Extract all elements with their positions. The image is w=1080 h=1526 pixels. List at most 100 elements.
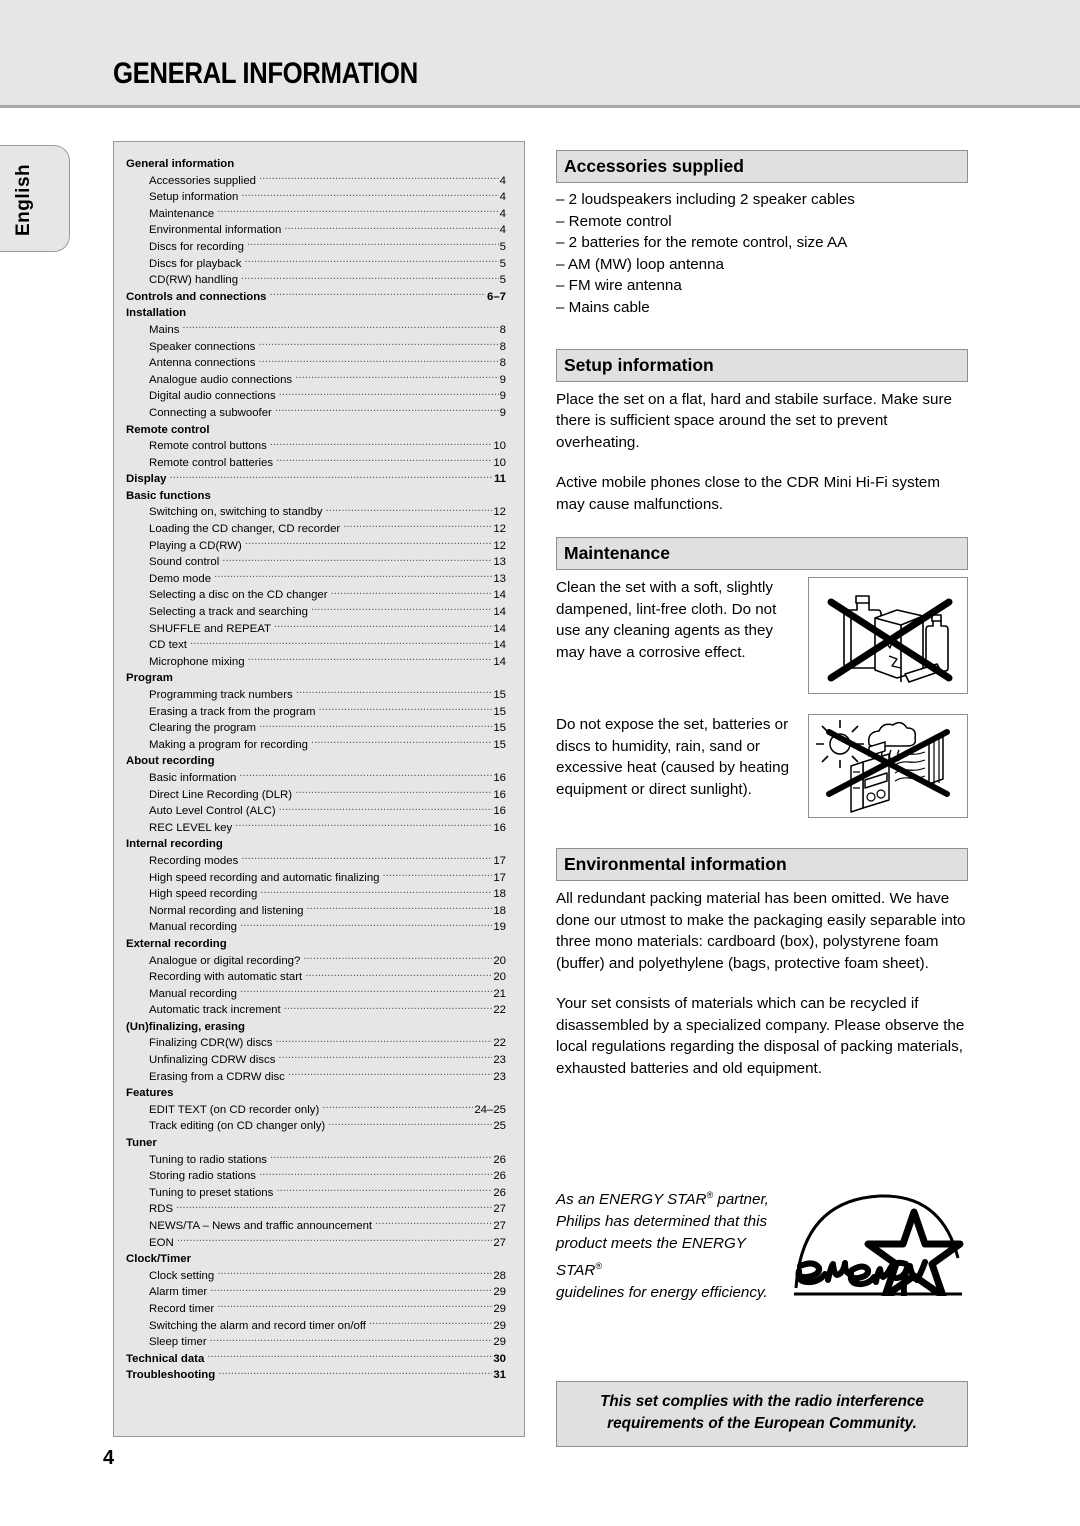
- toc-page-number: 24–25: [474, 1103, 506, 1116]
- compliance-line-1: This set complies with the radio interfe…: [600, 1393, 924, 1410]
- toc-page-number: 17: [493, 871, 506, 884]
- toc-entry-label: Making a program for recording: [149, 738, 308, 751]
- toc-entry-row[interactable]: Selecting a disc on the CD changer 14: [126, 587, 506, 604]
- toc-entry-row[interactable]: Direct Line Recording (DLR) 16: [126, 787, 506, 804]
- toc-entry-row[interactable]: Making a program for recording 15: [126, 737, 506, 754]
- toc-entry-row[interactable]: Remote control batteries 10: [126, 455, 506, 472]
- toc-entry-label: Discs for recording: [149, 240, 244, 253]
- toc-entry-row[interactable]: Auto Level Control (ALC) 16: [126, 803, 506, 820]
- toc-entry-row[interactable]: Demo mode 13: [126, 571, 506, 588]
- toc-entry-row[interactable]: Sleep timer 29: [126, 1334, 506, 1351]
- toc-page-number: 8: [499, 357, 506, 370]
- toc-entry-row[interactable]: EDIT TEXT (on CD recorder only) 24–25: [126, 1102, 506, 1119]
- toc-group-row[interactable]: Display 11: [126, 471, 506, 488]
- toc-entry-label: Clearing the program: [149, 722, 256, 735]
- toc-entry-row[interactable]: Switching the alarm and record timer on/…: [126, 1318, 506, 1335]
- toc-entry-row[interactable]: Remote control buttons 10: [126, 438, 506, 455]
- page-number: 4: [103, 1447, 115, 1469]
- toc-leader-dots: [276, 455, 492, 466]
- toc-entry-row[interactable]: Erasing a track from the program 15: [126, 704, 506, 721]
- setup-body: Place the set on a flat, hard and stabil…: [556, 389, 968, 516]
- toc-page-number: 5: [499, 240, 506, 253]
- toc-leader-dots: [217, 1301, 492, 1312]
- toc-entry-row[interactable]: Connecting a subwoofer 9: [126, 405, 506, 422]
- toc-page-number: 20: [493, 954, 506, 967]
- toc-entry-row[interactable]: Sound control 13: [126, 554, 506, 571]
- toc-entry-row[interactable]: Track editing (on CD changer only) 25: [126, 1118, 506, 1135]
- toc-entry-row[interactable]: Maintenance 4: [126, 206, 506, 223]
- toc-entry-row[interactable]: Recording with automatic start 20: [126, 969, 506, 986]
- toc-entry-row[interactable]: Accessories supplied 4: [126, 173, 506, 190]
- toc-entry-label: Finalizing CDR(W) discs: [149, 1037, 273, 1050]
- toc-entry-row[interactable]: Manual recording 21: [126, 986, 506, 1003]
- toc-leader-dots: [279, 388, 499, 399]
- toc-entry-label: Sleep timer: [149, 1336, 207, 1349]
- toc-entry-label: Accessories supplied: [149, 174, 256, 187]
- toc-entry-row[interactable]: Erasing from a CDRW disc 23: [126, 1069, 506, 1086]
- toc-group-row[interactable]: Technical data 30: [126, 1351, 506, 1368]
- toc-group-title: (Un)finalizing, erasing: [126, 1020, 245, 1033]
- toc-entry-row[interactable]: EON 27: [126, 1235, 506, 1252]
- setup-paragraph-2: Active mobile phones close to the CDR Mi…: [556, 474, 941, 513]
- toc-entry-row[interactable]: Discs for recording 5: [126, 239, 506, 256]
- toc-group-row[interactable]: Controls and connections 6–7: [126, 289, 506, 306]
- toc-group-title: General information: [126, 158, 235, 170]
- toc-entry-row[interactable]: Programming track numbers 15: [126, 687, 506, 704]
- toc-entry-label: High speed recording: [149, 888, 258, 901]
- toc-entry-row[interactable]: NEWS/TA – News and traffic announcement 2…: [126, 1218, 506, 1235]
- toc-group-label: Controls and connections: [126, 290, 267, 303]
- toc-leader-dots: [322, 1102, 473, 1113]
- toc-entry-row[interactable]: Unfinalizing CDRW discs 23: [126, 1052, 506, 1069]
- toc-leader-dots: [305, 969, 492, 980]
- toc-entry-label: Antenna connections: [149, 357, 256, 370]
- toc-entry-row[interactable]: Discs for playback 5: [126, 256, 506, 273]
- toc-entry-row[interactable]: Record timer 29: [126, 1301, 506, 1318]
- toc-page-number: 18: [493, 904, 506, 917]
- toc-entry-row[interactable]: Alarm timer 29: [126, 1284, 506, 1301]
- toc-entry-row[interactable]: Digital audio connections 9: [126, 388, 506, 405]
- toc-entry-row[interactable]: Playing a CD(RW) 12: [126, 538, 506, 555]
- toc-entry-row[interactable]: Loading the CD changer, CD recorder 12: [126, 521, 506, 538]
- toc-entry-row[interactable]: SHUFFLE and REPEAT 14: [126, 621, 506, 638]
- toc-entry-row[interactable]: Analogue audio connections 9: [126, 372, 506, 389]
- toc-group-title: Basic functions: [126, 489, 211, 502]
- toc-leader-dots: [210, 1334, 493, 1345]
- toc-entry-row[interactable]: Selecting a track and searching 14: [126, 604, 506, 621]
- toc-entry-row[interactable]: RDS 27: [126, 1201, 506, 1218]
- toc-entry-row[interactable]: Clearing the program 15: [126, 720, 506, 737]
- toc-entry-row[interactable]: High speed recording 18: [126, 886, 506, 903]
- toc-entry-row[interactable]: Automatic track increment 22: [126, 1002, 506, 1019]
- toc-entry-row[interactable]: Switching on, switching to standby 12: [126, 504, 506, 521]
- toc-page-number: 20: [493, 971, 506, 984]
- toc-group-row[interactable]: Troubleshooting 31: [126, 1367, 506, 1384]
- toc-entry-row[interactable]: CD(RW) handling 5: [126, 272, 506, 289]
- toc-entry-row[interactable]: Microphone mixing 14: [126, 654, 506, 671]
- toc-entry-row[interactable]: Mains 8: [126, 322, 506, 339]
- toc-entry-row[interactable]: Analogue or digital recording? 20: [126, 953, 506, 970]
- toc-entry-label: Basic information: [149, 771, 237, 784]
- toc-leader-dots: [177, 1235, 493, 1246]
- toc-entry-row[interactable]: Recording modes 17: [126, 853, 506, 870]
- toc-entry-row[interactable]: REC LEVEL key 16: [126, 820, 506, 837]
- maintenance-heading: Maintenance: [556, 537, 968, 571]
- toc-entry-row[interactable]: Tuning to radio stations 26: [126, 1152, 506, 1169]
- toc-entry-row[interactable]: Environmental information 4: [126, 222, 506, 239]
- toc-entry-label: Switching the alarm and record timer on/…: [149, 1319, 366, 1332]
- toc-entry-row[interactable]: High speed recording and automatic final…: [126, 870, 506, 887]
- toc-entry-row[interactable]: Manual recording 19: [126, 919, 506, 936]
- toc-entry-row[interactable]: Setup information 4: [126, 189, 506, 206]
- toc-entry-row[interactable]: Normal recording and listening 18: [126, 903, 506, 920]
- toc-entry-row[interactable]: Finalizing CDR(W) discs 22: [126, 1035, 506, 1052]
- toc-entry-row[interactable]: Tuning to preset stations 26: [126, 1185, 506, 1202]
- toc-entry-row[interactable]: Speaker connections 8: [126, 339, 506, 356]
- toc-entry-row[interactable]: Clock setting 28: [126, 1268, 506, 1285]
- table-of-contents-panel: General information Accessories supplied 4…: [113, 141, 525, 1437]
- toc-entry-row[interactable]: Basic information 16: [126, 770, 506, 787]
- toc-entry-row[interactable]: CD text 14: [126, 637, 506, 654]
- toc-entry-row[interactable]: Storing radio stations 26: [126, 1168, 506, 1185]
- toc-page-number: 18: [493, 888, 506, 901]
- language-tab: English: [0, 145, 70, 252]
- toc-leader-dots: [270, 438, 493, 449]
- toc-entry-row[interactable]: Antenna connections 8: [126, 355, 506, 372]
